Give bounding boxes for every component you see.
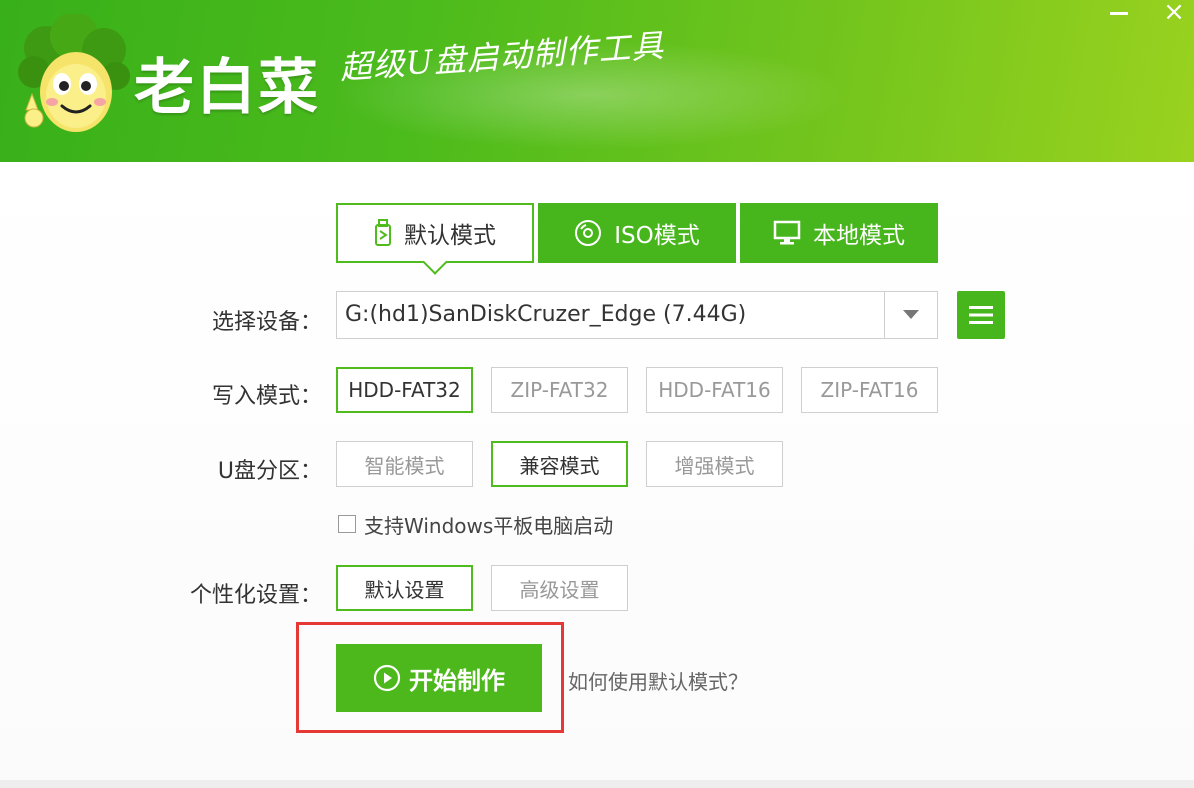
start-button[interactable]: 开始制作	[336, 644, 542, 712]
personalize-advanced-settings[interactable]: 高级设置	[491, 565, 628, 611]
checkbox-box[interactable]	[338, 515, 356, 533]
tab-default-mode[interactable]: 默认模式	[336, 203, 534, 263]
device-label: 选择设备：	[211, 310, 322, 335]
device-select[interactable]: G:(hd1)SanDiskCruzer_Edge (7.44G)	[336, 291, 938, 339]
tab-label: 本地模式	[813, 223, 905, 249]
partition-compatible-mode[interactable]: 兼容模式	[491, 441, 628, 487]
tab-label: ISO模式	[614, 223, 700, 249]
tab-local-mode[interactable]: 本地模式	[740, 203, 938, 263]
header-banner: 老白菜 超级U盘启动制作工具 ×	[0, 0, 1194, 162]
write-mode-label: 写入模式：	[211, 384, 322, 409]
menu-icon	[969, 306, 993, 324]
tab-iso-mode[interactable]: ISO模式	[538, 203, 736, 263]
write-mode-zip-fat32[interactable]: ZIP-FAT32	[491, 367, 628, 413]
chevron-down-icon	[903, 310, 919, 319]
partition-smart-mode[interactable]: 智能模式	[336, 441, 473, 487]
disc-icon	[575, 220, 602, 246]
minimize-button[interactable]	[1098, 0, 1142, 26]
close-button[interactable]: ×	[1152, 0, 1194, 26]
device-value: G:(hd1)SanDiskCruzer_Edge (7.44G)	[345, 302, 747, 327]
partition-label: U盘分区：	[217, 459, 322, 484]
usb-drive-icon	[375, 219, 391, 246]
write-mode-hdd-fat16[interactable]: HDD-FAT16	[646, 367, 783, 413]
write-mode-hdd-fat32[interactable]: HDD-FAT32	[336, 367, 473, 413]
start-button-label: 开始制作	[409, 666, 505, 695]
personalize-label: 个性化设置：	[189, 583, 322, 608]
help-link[interactable]: 如何使用默认模式？	[568, 666, 748, 695]
cabbage-mascot-logo-icon	[18, 14, 130, 132]
app-title: 老白菜	[134, 53, 320, 123]
bottom-strip	[0, 780, 1194, 788]
partition-enhanced-mode[interactable]: 增强模式	[646, 441, 783, 487]
personalize-default-settings[interactable]: 默认设置	[336, 565, 473, 611]
tab-label: 默认模式	[404, 223, 496, 249]
write-mode-zip-fat16[interactable]: ZIP-FAT16	[801, 367, 938, 413]
monitor-icon	[773, 220, 801, 245]
device-menu-button[interactable]	[957, 291, 1005, 339]
checkbox-label: 支持Windows平板电脑启动	[364, 513, 614, 538]
play-icon	[373, 664, 401, 692]
tablet-boot-checkbox[interactable]: 支持Windows平板电脑启动	[338, 512, 614, 538]
dropdown-arrow[interactable]	[884, 292, 937, 338]
